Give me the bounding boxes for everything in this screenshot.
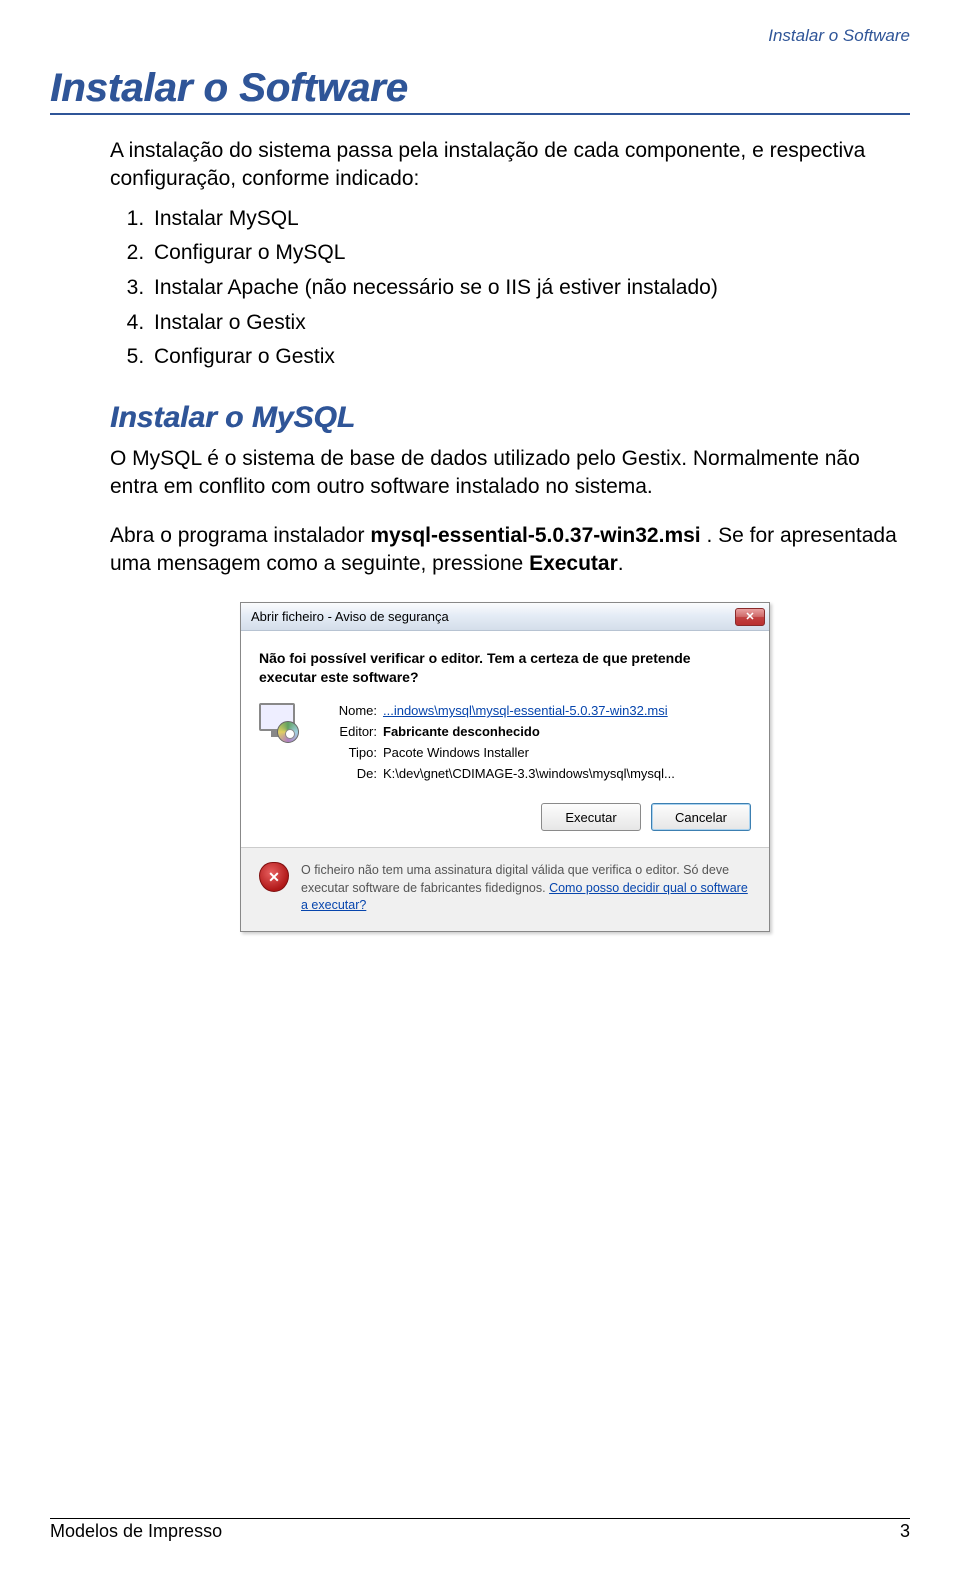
label-editor: Editor: — [315, 724, 377, 739]
security-dialog: Abrir ficheiro - Aviso de segurança ✕ Nã… — [240, 602, 770, 931]
text: . — [618, 552, 624, 575]
button-name: Executar — [529, 552, 618, 575]
value-tipo: Pacote Windows Installer — [383, 745, 675, 760]
intro-paragraph: A instalação do sistema passa pela insta… — [110, 137, 900, 194]
value-nome[interactable]: ...indows\mysql\mysql-essential-5.0.37-w… — [383, 703, 675, 718]
section-heading: Instalar o MySQL — [110, 401, 900, 435]
list-item: Instalar o Gestix — [150, 306, 900, 341]
close-icon: ✕ — [745, 610, 754, 623]
page-footer: Modelos de Impresso 3 — [50, 1518, 910, 1542]
footer-left: Modelos de Impresso — [50, 1521, 222, 1542]
steps-list: Instalar MySQL Configurar o MySQL Instal… — [110, 202, 900, 375]
list-item: Configurar o MySQL — [150, 236, 900, 271]
paragraph: O MySQL é o sistema de base de dados uti… — [110, 445, 900, 502]
close-button[interactable]: ✕ — [735, 608, 765, 626]
value-de: K:\dev\gnet\CDIMAGE-3.3\windows\mysql\my… — [383, 766, 675, 781]
label-nome: Nome: — [315, 703, 377, 718]
shield-icon — [259, 862, 289, 892]
filename: mysql-essential-5.0.37-win32.msi — [370, 524, 700, 547]
label-de: De: — [315, 766, 377, 781]
text: Abra o programa instalador — [110, 524, 370, 547]
paragraph: Abra o programa instalador mysql-essenti… — [110, 522, 900, 579]
dialog-titlebar: Abrir ficheiro - Aviso de segurança ✕ — [241, 603, 769, 631]
running-header: Instalar o Software — [768, 26, 910, 46]
list-item: Instalar Apache (não necessário se o IIS… — [150, 271, 900, 306]
installer-icon — [259, 703, 301, 745]
label-tipo: Tipo: — [315, 745, 377, 760]
run-button[interactable]: Executar — [541, 803, 641, 831]
cancel-button[interactable]: Cancelar — [651, 803, 751, 831]
dialog-heading: Não foi possível verificar o editor. Tem… — [259, 649, 751, 687]
dialog-footer-text: O ficheiro não tem uma assinatura digita… — [301, 862, 751, 915]
dialog-title: Abrir ficheiro - Aviso de segurança — [251, 609, 449, 624]
value-editor: Fabricante desconhecido — [383, 724, 675, 739]
list-item: Instalar MySQL — [150, 202, 900, 237]
page-title: Instalar o Software — [50, 66, 910, 115]
page-number: 3 — [900, 1521, 910, 1542]
list-item: Configurar o Gestix — [150, 340, 900, 375]
